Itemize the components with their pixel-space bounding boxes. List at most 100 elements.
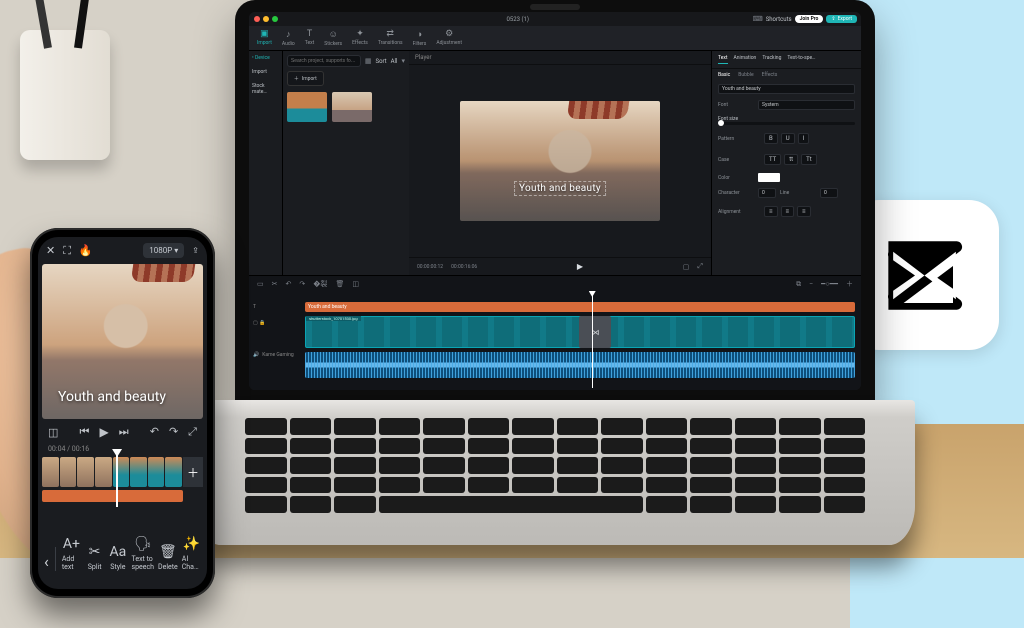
text-content-field[interactable]: Youth and beauty (718, 84, 855, 94)
join-pro-button[interactable]: Join Pro (795, 15, 824, 23)
play-button[interactable]: ▶ (577, 262, 583, 271)
text-clip[interactable]: Youth and beauty (305, 302, 855, 312)
phone-preview[interactable]: Youth and beauty (42, 264, 203, 419)
phone-redo-icon[interactable]: ↷ (169, 425, 178, 439)
character-spacing-value[interactable]: 0 (758, 188, 776, 198)
preview-canvas[interactable]: Youth and beauty (460, 101, 660, 221)
phone-text-clip[interactable] (42, 490, 183, 502)
sort-label[interactable]: Sort (376, 58, 387, 65)
phone-undo-icon[interactable]: ↶ (150, 425, 159, 439)
toolbar-divider (55, 547, 56, 571)
grid-view-icon[interactable]: ▦ (365, 57, 372, 65)
text-overlay[interactable]: Youth and beauty (515, 182, 605, 195)
toolbar-import[interactable]: ▣ Import (257, 29, 272, 47)
toolbar-stickers[interactable]: ☺ Stickers (324, 29, 342, 47)
phone-text-overlay[interactable]: Youth and beauty (58, 389, 166, 405)
media-side-device[interactable]: • Device (252, 55, 279, 61)
trending-icon[interactable]: 🔥 (79, 244, 93, 257)
minimize-dot[interactable] (263, 16, 269, 22)
phone-tool-tts[interactable]: 🗣 Text to speech (132, 536, 155, 571)
tab-tracking[interactable]: Tracking (762, 55, 781, 64)
phone-clip-strip[interactable]: ＋ (42, 457, 203, 487)
subtab-basic[interactable]: Basic (718, 72, 730, 78)
tl-zoom-in-icon[interactable]: ＋ (846, 279, 853, 289)
tab-text[interactable]: Text (718, 55, 728, 64)
tl-cut-icon[interactable]: ✂ (272, 280, 278, 288)
underline-toggle[interactable]: U (781, 133, 795, 144)
line-spacing-value[interactable]: 0 (820, 188, 838, 198)
italic-toggle[interactable]: I (798, 133, 810, 144)
tab-animation[interactable]: Animation (734, 55, 757, 64)
bold-toggle[interactable]: B (764, 133, 778, 144)
media-thumb-1[interactable] (332, 92, 372, 122)
align-center[interactable]: ≡ (781, 206, 795, 217)
align-left[interactable]: ≡ (764, 206, 778, 217)
tl-delete-icon[interactable]: 🗑 (335, 280, 344, 288)
close-icon[interactable]: ✕ (46, 244, 55, 257)
tl-magnet-icon[interactable]: ⧉ (796, 280, 801, 289)
phone-playhead[interactable] (116, 453, 118, 507)
media-search-input[interactable] (287, 55, 361, 67)
expand-icon[interactable]: ⛶ (63, 244, 71, 258)
close-dot[interactable] (254, 16, 260, 22)
color-swatch[interactable] (758, 173, 780, 182)
tl-redo-icon[interactable]: ↷ (299, 280, 305, 288)
phone-timeline[interactable]: ＋ (42, 457, 203, 505)
tab-tts[interactable]: Text-to-spe… (787, 55, 815, 64)
tl-zoom-out-icon[interactable]: − (809, 280, 813, 288)
plus-icon: ＋ (294, 75, 299, 82)
toolbar-audio[interactable]: ♪ Audio (282, 29, 295, 47)
phone-play-button[interactable]: ▶ (99, 425, 108, 439)
tl-undo-icon[interactable]: ↶ (286, 280, 292, 288)
toolbar-text[interactable]: T Text (305, 29, 315, 47)
track-label-video[interactable]: ▢ 🔒 (253, 320, 301, 326)
phone-next-icon[interactable]: ⏭ (119, 425, 129, 439)
tl-crop-icon[interactable]: ◫ (352, 280, 359, 288)
toolbar-filters[interactable]: ◑ Filters (413, 29, 427, 47)
font-size-slider[interactable] (718, 122, 855, 125)
transition-gap[interactable]: ⋈ (579, 316, 611, 348)
case-title[interactable]: Tt (801, 154, 817, 165)
subtab-effects[interactable]: Effects (762, 72, 778, 78)
track-label-audio[interactable]: 🔊 Kame Gaming (253, 352, 301, 358)
phone-prev-icon[interactable]: ⏮ (80, 425, 90, 439)
case-upper[interactable]: TT (764, 154, 781, 165)
tl-zoom-slider[interactable]: ━○━━ (821, 280, 838, 288)
window-traffic-lights[interactable] (249, 13, 283, 25)
toolbar-effects[interactable]: ✦ Effects (352, 29, 368, 47)
tl-split-icon[interactable]: �裂 (313, 279, 327, 289)
chevron-down-icon[interactable]: ▾ (401, 57, 405, 65)
media-side-import[interactable]: Import (252, 69, 279, 75)
shortcuts-label[interactable]: Shortcuts (766, 16, 792, 23)
phone-export-icon[interactable]: ⇪ (192, 246, 199, 255)
resolution-selector[interactable]: 1080P ▾ (143, 243, 184, 258)
align-right[interactable]: ≡ (797, 206, 811, 217)
case-lower[interactable]: tt (784, 154, 798, 165)
player-stage[interactable]: Youth and beauty (409, 65, 711, 257)
shortcuts-icon[interactable]: ⌨ (753, 15, 763, 23)
font-select[interactable]: System (758, 100, 855, 110)
export-button[interactable]: ⇪ Export (826, 15, 857, 23)
timeline-tracks[interactable]: T ▢ 🔒 🔊 Kame Gaming Youth and beauty shu… (249, 292, 861, 390)
phone-crop-icon[interactable]: ◫ (48, 426, 58, 439)
maximize-dot[interactable] (272, 16, 278, 22)
phone-tool-addtext[interactable]: A+ Add text (62, 536, 81, 571)
phone-tool-aicha[interactable]: ✨ AI Cha… (182, 536, 201, 571)
toolbar-adjustment[interactable]: ⚙ Adjustment (436, 29, 462, 47)
toolbar-transitions[interactable]: ⇄ Transitions (378, 29, 403, 47)
sort-value[interactable]: All (391, 58, 398, 65)
media-side-stock[interactable]: Stock mate… (252, 83, 279, 95)
subtab-bubble[interactable]: Bubble (738, 72, 753, 78)
phone-full-icon[interactable]: ⤢ (188, 425, 197, 439)
phone-add-clip-button[interactable]: ＋ (183, 457, 203, 487)
ratio-icon[interactable]: ▢ (683, 263, 690, 271)
timecode-current: 00:00:00:12 (417, 264, 443, 270)
track-label-text[interactable]: T (253, 304, 301, 310)
audio-clip[interactable] (305, 352, 855, 378)
import-media-button[interactable]: ＋ Import (287, 71, 324, 86)
fullscreen-icon[interactable]: ⤢ (697, 262, 703, 271)
tl-select-icon[interactable]: ▭ (257, 280, 264, 288)
media-thumb-0[interactable] (287, 92, 327, 122)
playhead[interactable] (592, 294, 593, 388)
phone-back-button[interactable]: ‹ (44, 552, 49, 571)
